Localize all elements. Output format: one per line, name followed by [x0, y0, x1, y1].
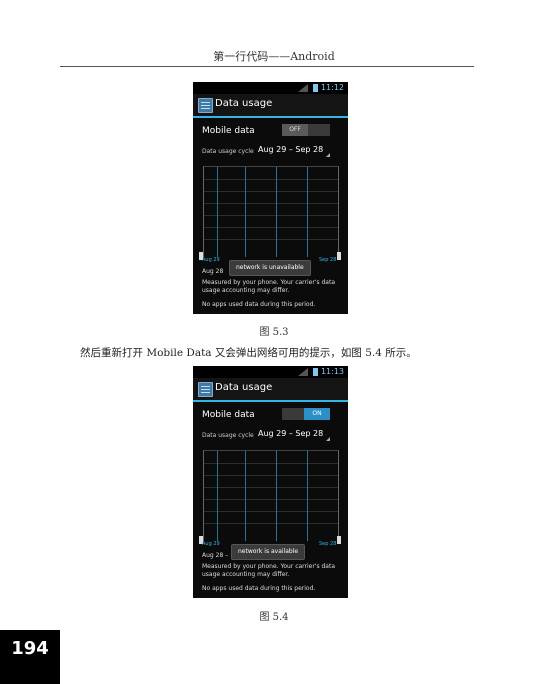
mobile-data-label: Mobile data	[202, 410, 255, 420]
grid-line	[204, 475, 338, 476]
mobile-data-toggle[interactable]: ON	[282, 408, 330, 420]
sweep-handle-end[interactable]	[337, 536, 341, 544]
graph-end-label: Sep 28	[319, 257, 337, 263]
grid-line	[204, 203, 338, 204]
graph-start-label: Aug 29	[202, 257, 220, 263]
status-bar: 11:12	[193, 82, 348, 94]
cycle-label: Data usage cycle	[202, 148, 254, 155]
body-text: 然后重新打开 Mobile Data 又会弹出网络可用的提示，如图 5.4 所示…	[80, 347, 417, 359]
cycle-label: Data usage cycle	[202, 432, 254, 439]
figure-caption-2: 图 5.4	[259, 612, 289, 623]
grid-line	[204, 499, 338, 500]
action-bar-title: Data usage	[215, 98, 273, 109]
phone-screenshot-1: 11:12 Data usage Mobile data OFF Data us…	[193, 82, 348, 314]
date-row: Aug 28	[202, 268, 224, 275]
grid-line	[245, 167, 246, 257]
action-bar: Data usage	[193, 378, 348, 402]
graph-start-label: Aug 29	[202, 541, 220, 547]
signal-icon	[298, 84, 308, 92]
grid-line	[204, 511, 338, 512]
grid-line	[204, 463, 338, 464]
grid-line	[307, 167, 308, 257]
page-number: 194	[0, 630, 60, 684]
no-apps-text: No apps used data during this period.	[202, 301, 316, 308]
no-apps-text: No apps used data during this period.	[202, 585, 316, 592]
grid-line	[204, 523, 338, 524]
grid-line	[307, 451, 308, 541]
action-bar-title: Data usage	[215, 382, 273, 393]
status-bar: 11:13	[193, 366, 348, 378]
action-bar: Data usage	[193, 94, 348, 118]
grid-line	[204, 239, 338, 240]
mobile-data-toggle[interactable]: OFF	[282, 124, 330, 136]
toast-message: network is available	[231, 544, 306, 560]
status-time: 11:13	[320, 367, 344, 376]
measured-text: Measured by your phone. Your carrier's d…	[202, 279, 336, 294]
spinner-arrow-icon	[326, 153, 330, 157]
header-rule	[60, 66, 474, 67]
spinner-arrow-icon	[326, 437, 330, 441]
grid-line	[204, 487, 338, 488]
toggle-state: OFF	[282, 124, 308, 136]
grid-line	[217, 167, 218, 257]
grid-line	[204, 191, 338, 192]
grid-line	[276, 451, 277, 541]
usage-graph	[203, 166, 339, 257]
mobile-data-label: Mobile data	[202, 126, 255, 136]
signal-icon	[298, 368, 308, 376]
graph-end-label: Sep 28	[319, 541, 337, 547]
phone-screenshot-2: 11:13 Data usage Mobile data ON Data usa…	[193, 366, 348, 598]
usage-graph	[203, 450, 339, 541]
data-usage-icon[interactable]	[198, 382, 213, 397]
toast-message: network is unavailable	[229, 260, 311, 276]
cycle-spinner[interactable]: Aug 29 – Sep 28	[258, 145, 323, 154]
grid-line	[217, 451, 218, 541]
cycle-spinner[interactable]: Aug 29 – Sep 28	[258, 429, 323, 438]
grid-line	[276, 167, 277, 257]
data-usage-icon[interactable]	[198, 98, 213, 113]
status-time: 11:12	[320, 83, 344, 92]
toggle-state: ON	[304, 408, 330, 420]
grid-line	[245, 451, 246, 541]
measured-text: Measured by your phone. Your carrier's d…	[202, 563, 336, 578]
battery-icon	[313, 368, 318, 376]
grid-line	[204, 215, 338, 216]
sweep-handle-end[interactable]	[337, 252, 341, 260]
grid-line	[204, 227, 338, 228]
figure-caption-1: 图 5.3	[259, 327, 289, 338]
page-header: 第一行代码——Android	[213, 50, 335, 63]
date-row: Aug 28 –	[202, 552, 229, 559]
battery-icon	[313, 84, 318, 92]
grid-line	[204, 179, 338, 180]
